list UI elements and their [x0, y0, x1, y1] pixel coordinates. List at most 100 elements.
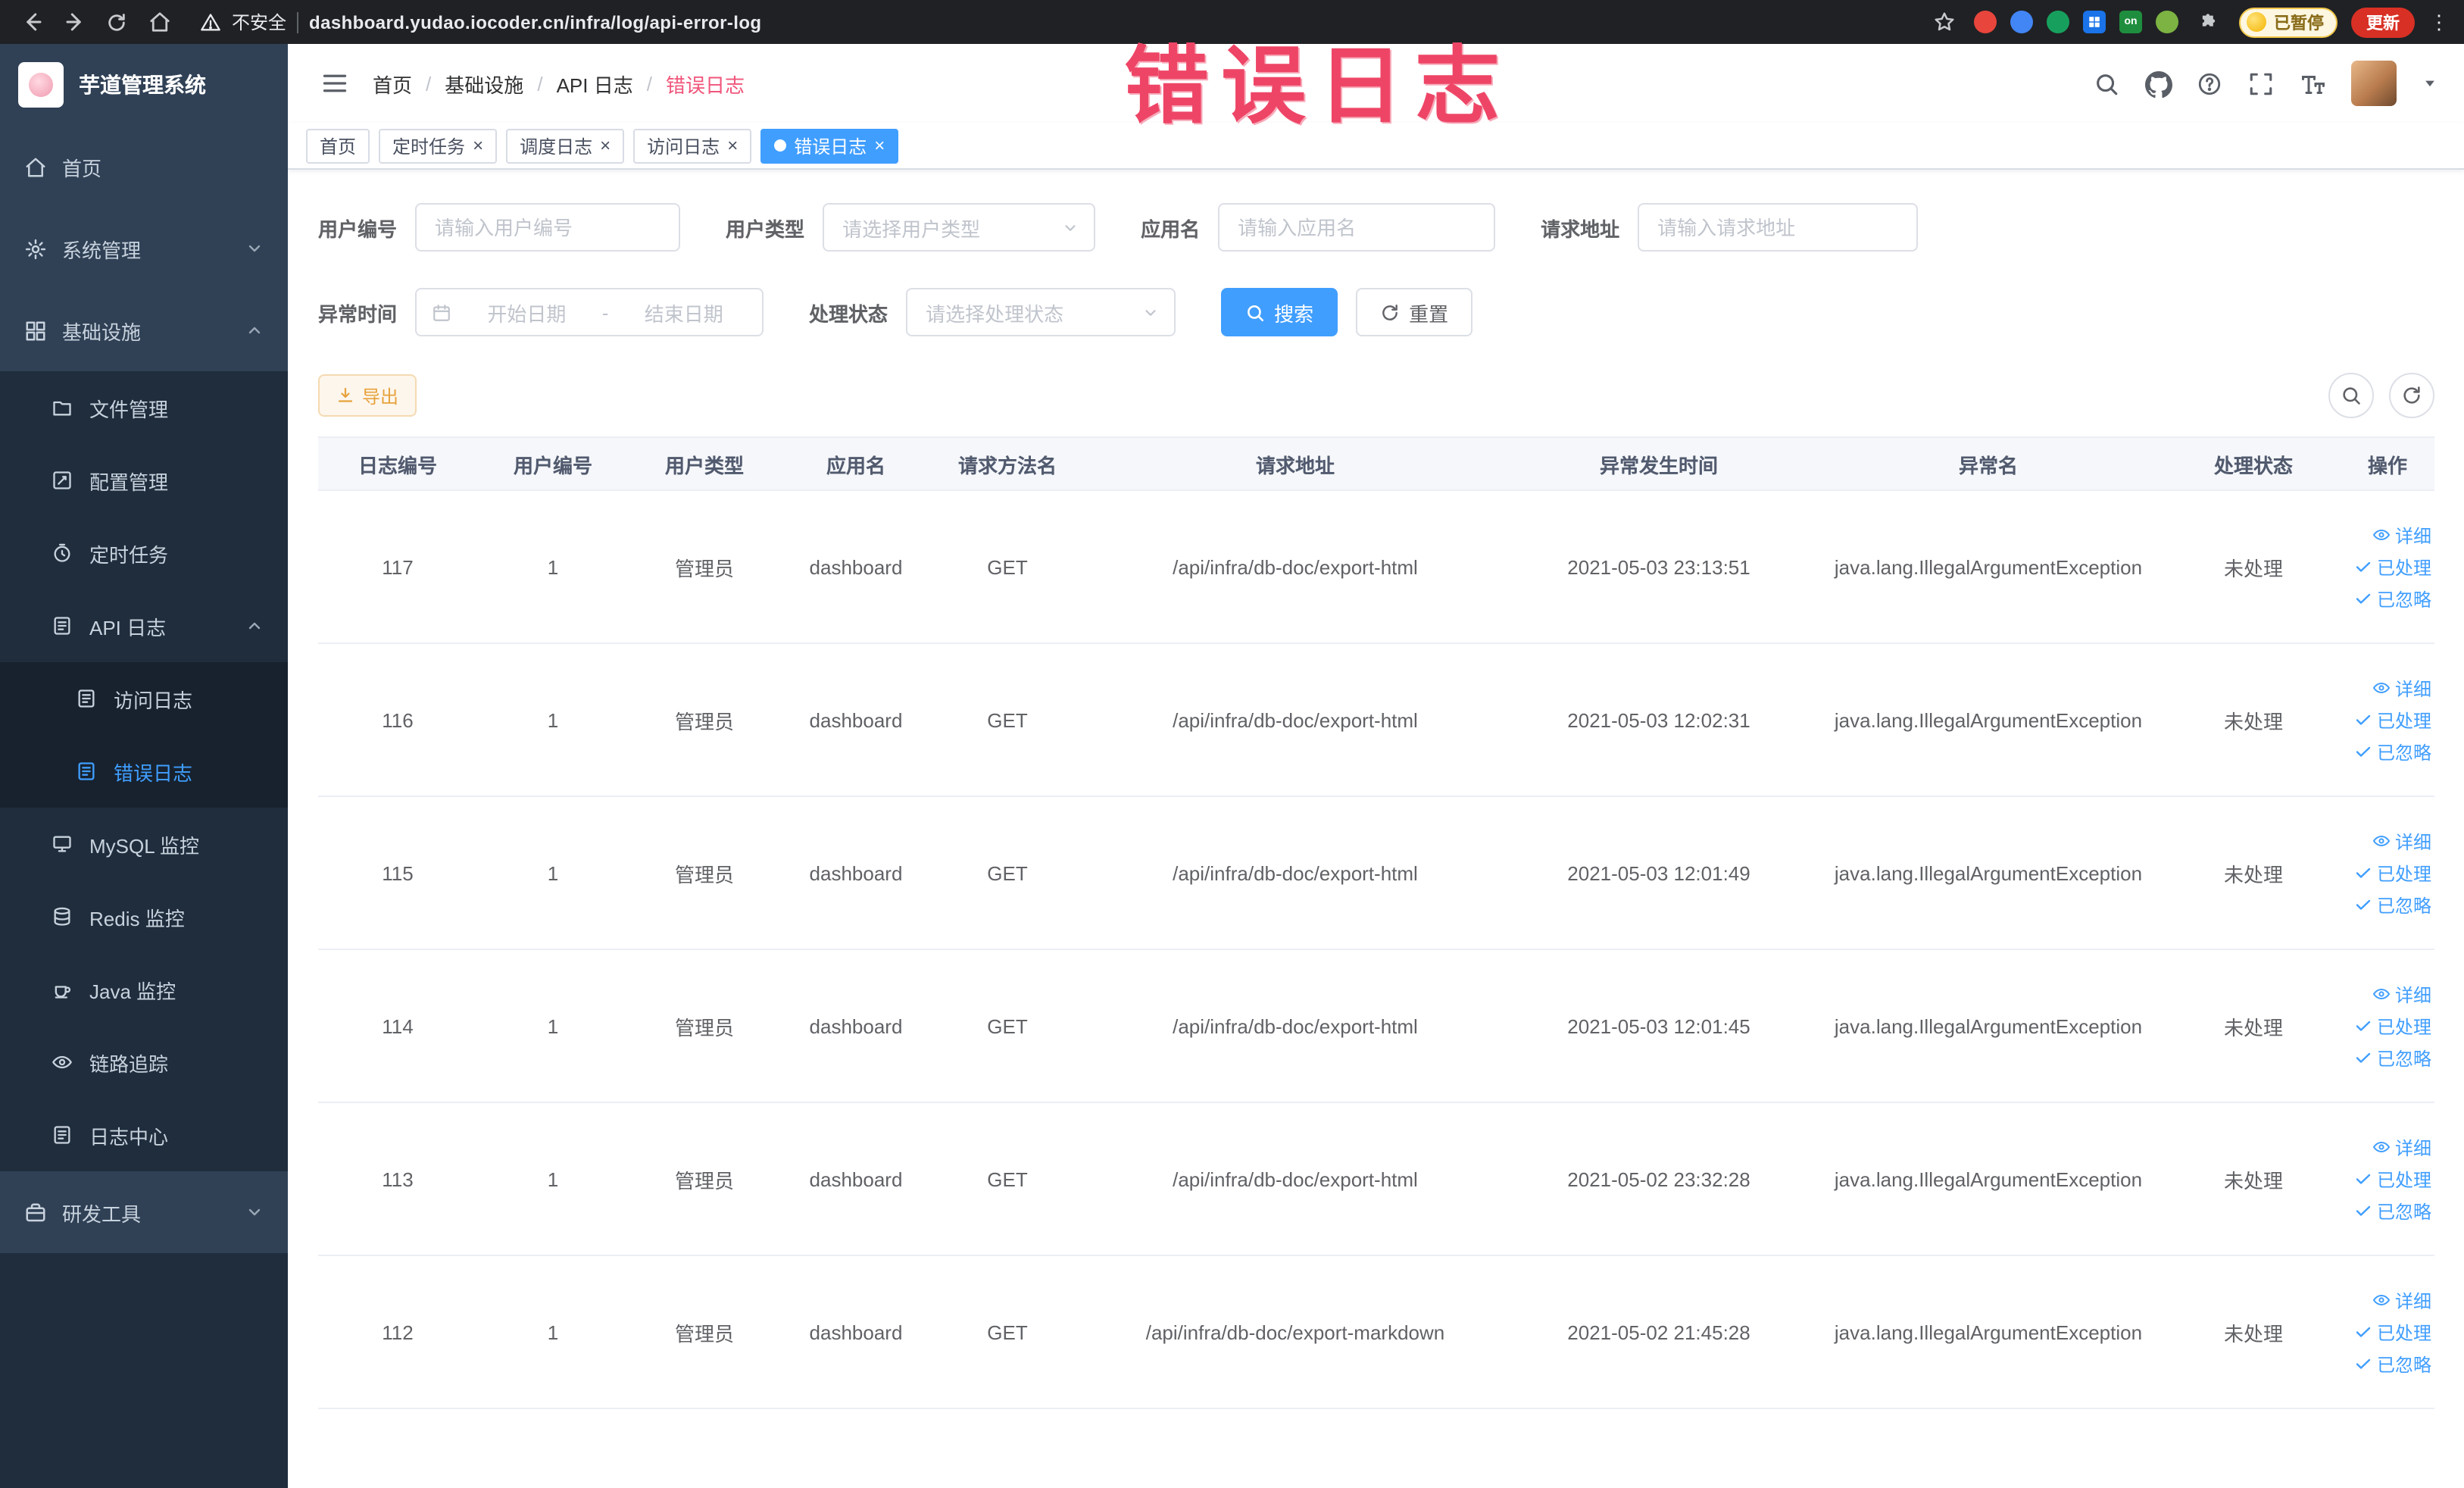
sidebar-item-redis-monitor[interactable]: Redis 监控: [0, 880, 288, 953]
chrome-update-button[interactable]: 更新: [2351, 7, 2415, 37]
detail-link[interactable]: 详细: [2372, 522, 2431, 548]
sidebar-item-log-center[interactable]: 日志中心: [0, 1099, 288, 1171]
tab[interactable]: 调度日志 ×: [506, 128, 625, 163]
app-name-label: 应用名: [1141, 217, 1201, 240]
mark-processed-link[interactable]: 已处理: [2354, 1319, 2431, 1345]
eye-icon: [2372, 985, 2391, 1003]
error-log-table: 日志编号 用户编号 用户类型 应用名 请求方法名 请求地址 异常发生时间 异常名…: [318, 436, 2434, 1409]
github-icon[interactable]: [2145, 70, 2172, 98]
extension-blue-icon[interactable]: [2010, 11, 2033, 33]
mark-processed-link[interactable]: 已处理: [2354, 1013, 2431, 1039]
detail-link[interactable]: 详细: [2372, 1287, 2431, 1313]
detail-link[interactable]: 详细: [2372, 1134, 2431, 1160]
search-button[interactable]: 搜索: [1221, 288, 1338, 336]
tab[interactable]: 定时任务 ×: [379, 128, 498, 163]
check-icon: [2354, 896, 2372, 914]
caret-down-icon[interactable]: [2422, 76, 2437, 91]
mark-ignored-link[interactable]: 已忽略: [2354, 892, 2431, 917]
bookmark-star-icon[interactable]: [1927, 5, 1960, 39]
cell-user-id: 1: [477, 796, 629, 950]
sidebar-item-java-monitor[interactable]: Java 监控: [0, 953, 288, 1026]
reload-icon[interactable]: [100, 5, 133, 39]
sidebar-item-api-log[interactable]: API 日志: [0, 589, 288, 662]
address-bar[interactable]: 不安全 dashboard.yudao.iocoder.cn/infra/log…: [200, 9, 1918, 35]
extension-on-icon[interactable]: on: [2119, 11, 2142, 33]
back-icon[interactable]: [15, 5, 48, 39]
user-type-select[interactable]: 请选择用户类型: [823, 203, 1096, 252]
close-icon[interactable]: ×: [473, 136, 483, 155]
table-header-row: 日志编号 用户编号 用户类型 应用名 请求方法名 请求地址 异常发生时间 异常名…: [318, 436, 2434, 491]
home-button-icon[interactable]: [142, 5, 176, 39]
app-logo[interactable]: 芋道管理系统: [0, 44, 288, 126]
sidebar-item-home[interactable]: 首页: [0, 126, 288, 208]
mark-ignored-link[interactable]: 已忽略: [2354, 739, 2431, 764]
eye-icon: [2372, 1291, 2391, 1309]
sidebar-item-system[interactable]: 系统管理: [0, 208, 288, 289]
mark-processed-link[interactable]: 已处理: [2354, 1166, 2431, 1192]
profile-paused-badge[interactable]: 已暂停: [2239, 7, 2338, 37]
toggle-search-button[interactable]: [2328, 373, 2374, 418]
forward-icon[interactable]: [58, 5, 91, 39]
mark-ignored-link[interactable]: 已忽略: [2354, 1351, 2431, 1377]
sidebar-item-config-manage[interactable]: 配置管理: [0, 444, 288, 517]
cell-exception-time: 2021-05-03 12:02:31: [1507, 643, 1810, 797]
gear-icon: [24, 237, 47, 260]
tab-bar: 首页 定时任务 × 调度日志 × 访问日志 × 错误日志 ×: [288, 123, 2464, 170]
export-button[interactable]: 导出: [318, 374, 417, 417]
sidebar-item-scheduled-jobs[interactable]: 定时任务: [0, 517, 288, 589]
mark-ignored-link[interactable]: 已忽略: [2354, 1045, 2431, 1071]
cell-user-type: 管理员: [629, 949, 780, 1103]
breadcrumb-home[interactable]: 首页: [373, 69, 412, 98]
sidebar-item-infra[interactable]: 基础设施: [0, 289, 288, 371]
font-size-icon[interactable]: [2300, 70, 2325, 96]
help-icon[interactable]: [2197, 70, 2222, 96]
breadcrumb-api-log[interactable]: API 日志: [557, 69, 633, 98]
tab[interactable]: 错误日志 ×: [760, 128, 899, 163]
close-icon[interactable]: ×: [874, 136, 885, 155]
close-icon[interactable]: ×: [600, 136, 611, 155]
breadcrumb-infra[interactable]: 基础设施: [445, 69, 523, 98]
check-icon: [2354, 558, 2372, 576]
mark-ignored-link[interactable]: 已忽略: [2354, 586, 2431, 611]
sidebar-item-mysql-monitor[interactable]: MySQL 监控: [0, 808, 288, 880]
user-id-input[interactable]: [415, 203, 681, 252]
mark-ignored-link[interactable]: 已忽略: [2354, 1198, 2431, 1224]
fullscreen-icon[interactable]: [2248, 70, 2274, 96]
browser-menu-icon[interactable]: ⋮: [2428, 10, 2450, 34]
user-avatar[interactable]: [2351, 61, 2397, 106]
process-status-select[interactable]: 请选择处理状态: [906, 288, 1176, 336]
detail-link[interactable]: 详细: [2372, 675, 2431, 701]
extensions-puzzle-icon[interactable]: [2192, 5, 2225, 39]
cell-request-url: /api/infra/db-doc/export-html: [1083, 643, 1507, 797]
sidebar-item-access-log[interactable]: 访问日志: [0, 662, 288, 735]
api-log-submenu: 访问日志 错误日志: [0, 662, 288, 808]
detail-link[interactable]: 详细: [2372, 981, 2431, 1007]
mark-processed-link[interactable]: 已处理: [2354, 860, 2431, 886]
extension-green-icon[interactable]: [2047, 11, 2069, 33]
search-icon[interactable]: [2094, 70, 2119, 96]
tab[interactable]: 访问日志 ×: [633, 128, 752, 163]
close-icon[interactable]: ×: [727, 136, 738, 155]
column-header: 异常名: [1810, 436, 2166, 491]
cell-request-url: /api/infra/db-doc/export-html: [1083, 1102, 1507, 1256]
sidebar-item-error-log[interactable]: 错误日志: [0, 735, 288, 808]
mark-processed-link[interactable]: 已处理: [2354, 554, 2431, 580]
cell-process-status: 未处理: [2166, 1102, 2341, 1256]
mark-processed-link[interactable]: 已处理: [2354, 707, 2431, 733]
tab-label: 首页: [320, 136, 357, 157]
app-name-input[interactable]: [1218, 203, 1496, 252]
hamburger-fold-icon[interactable]: [321, 70, 348, 97]
extension-leaf-icon[interactable]: [2156, 11, 2178, 33]
sidebar-item-file-manage[interactable]: 文件管理: [0, 371, 288, 444]
refresh-table-button[interactable]: [2389, 373, 2434, 418]
extension-red-icon[interactable]: [1974, 11, 1997, 33]
tab[interactable]: 首页: [306, 128, 370, 163]
reset-button[interactable]: 重置: [1356, 288, 1473, 336]
sidebar-item-trace[interactable]: 链路追踪: [0, 1026, 288, 1099]
request-url-input[interactable]: [1638, 203, 1919, 252]
date-range-picker[interactable]: 开始日期 - 结束日期: [415, 288, 764, 336]
sidebar-item-dev-tools[interactable]: 研发工具: [0, 1171, 288, 1253]
extension-grid-icon[interactable]: [2083, 11, 2106, 33]
detail-link[interactable]: 详细: [2372, 828, 2431, 854]
select-placeholder: 请选择用户类型: [842, 217, 981, 240]
